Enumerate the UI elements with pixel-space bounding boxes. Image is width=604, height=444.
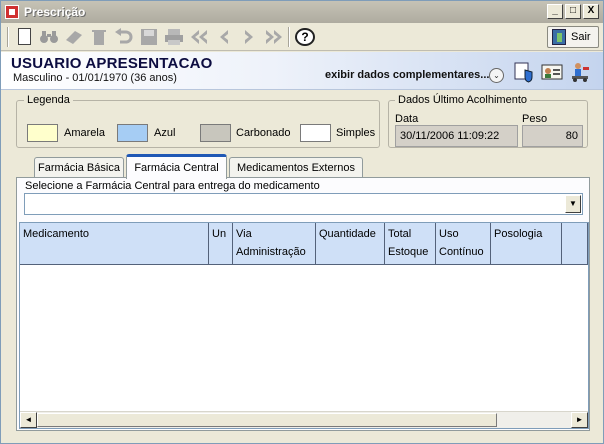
scroll-right-button[interactable]: ►	[571, 412, 588, 428]
undo-icon[interactable]	[113, 26, 135, 48]
title-bar[interactable]: Prescrição _ □ X	[1, 1, 603, 23]
window-title: Prescrição	[24, 5, 86, 19]
legend-label-simples: Simples	[336, 127, 376, 139]
column-header[interactable]: Via Administração	[233, 223, 316, 265]
sair-label: Sair	[571, 31, 591, 43]
column-header[interactable]: Medicamento	[20, 223, 209, 265]
acolhimento-group: Dados Último Acolhimento Data 30/11/2006…	[388, 94, 588, 148]
trash-icon[interactable]	[88, 26, 110, 48]
grid-header: Medicamento Un Via Administração Quantida…	[20, 223, 588, 265]
column-header[interactable]	[562, 223, 588, 265]
grid-body[interactable]	[20, 265, 588, 411]
sair-button[interactable]: Sair	[547, 26, 599, 48]
prescricao-window: Prescrição _ □ X ? Sair USUARIO APRESENT…	[0, 0, 604, 444]
column-header[interactable]: Un	[209, 223, 233, 265]
first-record-icon[interactable]	[188, 26, 210, 48]
swatch-azul	[117, 124, 148, 142]
extra-data-link[interactable]: exibir dados complementares...	[325, 69, 489, 81]
id-card-icon[interactable]	[541, 61, 563, 83]
binoculars-icon[interactable]	[38, 26, 60, 48]
swatch-simples	[300, 124, 331, 142]
legend-label-azul: Azul	[154, 127, 176, 139]
legend-title: Legenda	[24, 94, 73, 106]
previous-record-icon[interactable]	[213, 26, 235, 48]
legend-label-carbonado: Carbonado	[236, 127, 291, 139]
patient-transfer-icon[interactable]	[569, 61, 591, 83]
toolbar: ? Sair	[1, 23, 603, 51]
tab-medicamentos-externos[interactable]: Medicamentos Externos	[229, 157, 363, 178]
tab-farmacia-central[interactable]: Farmácia Central	[126, 154, 227, 179]
swatch-carbonado	[200, 124, 231, 142]
column-header[interactable]: Uso Contínuo	[436, 223, 491, 265]
chevron-down-icon[interactable]: ⌄	[489, 68, 504, 83]
peso-label: Peso	[522, 113, 548, 125]
exit-door-icon	[552, 29, 566, 45]
help-icon[interactable]: ?	[294, 26, 316, 48]
dropdown-arrow-icon[interactable]: ▼	[565, 195, 581, 213]
legend-group: Legenda Amarela Azul Carbonado Simples	[16, 94, 380, 148]
column-header[interactable]: Total Estoque	[385, 223, 436, 265]
swatch-amarela	[27, 124, 58, 142]
patient-name: USUARIO APRESENTACAO	[11, 55, 213, 72]
peso-field: 80	[522, 125, 583, 147]
farmacia-central-select[interactable]: ▼	[24, 193, 583, 215]
tab-panel-farmacia-central: Selecione a Farmácia Central para entreg…	[16, 177, 590, 431]
next-record-icon[interactable]	[238, 26, 260, 48]
document-shield-icon[interactable]	[513, 61, 535, 83]
tab-farmacia-basica[interactable]: Farmácia Básica	[34, 157, 124, 178]
column-header[interactable]: Posologia	[491, 223, 562, 265]
eraser-icon[interactable]	[63, 26, 85, 48]
save-icon[interactable]	[138, 26, 160, 48]
maximize-button[interactable]: □	[565, 4, 581, 19]
minimize-button[interactable]: _	[547, 4, 563, 19]
scroll-left-button[interactable]: ◄	[20, 412, 37, 428]
scroll-thumb[interactable]	[37, 413, 497, 427]
close-button[interactable]: X	[583, 4, 599, 19]
horizontal-scrollbar[interactable]: ◄ ►	[20, 411, 588, 428]
patient-header: USUARIO APRESENTACAO Masculino - 01/01/1…	[1, 52, 603, 90]
last-record-icon[interactable]	[263, 26, 285, 48]
print-icon[interactable]	[163, 26, 185, 48]
data-field: 30/11/2006 11:09:22	[395, 125, 518, 147]
patient-info: Masculino - 01/01/1970 (36 anos)	[13, 72, 177, 84]
window-controls: _ □ X	[547, 4, 599, 19]
app-icon	[5, 5, 19, 19]
acolhimento-title: Dados Último Acolhimento	[395, 94, 531, 106]
data-label: Data	[395, 113, 419, 125]
medication-grid[interactable]: Medicamento Un Via Administração Quantida…	[19, 222, 589, 429]
column-header[interactable]: Quantidade	[316, 223, 385, 265]
panel-caption: Selecione a Farmácia Central para entreg…	[25, 180, 320, 192]
toolbar-separator	[7, 26, 9, 47]
new-document-icon[interactable]	[13, 26, 35, 48]
legend-label-amarela: Amarela	[64, 127, 105, 139]
toolbar-separator	[288, 26, 290, 47]
